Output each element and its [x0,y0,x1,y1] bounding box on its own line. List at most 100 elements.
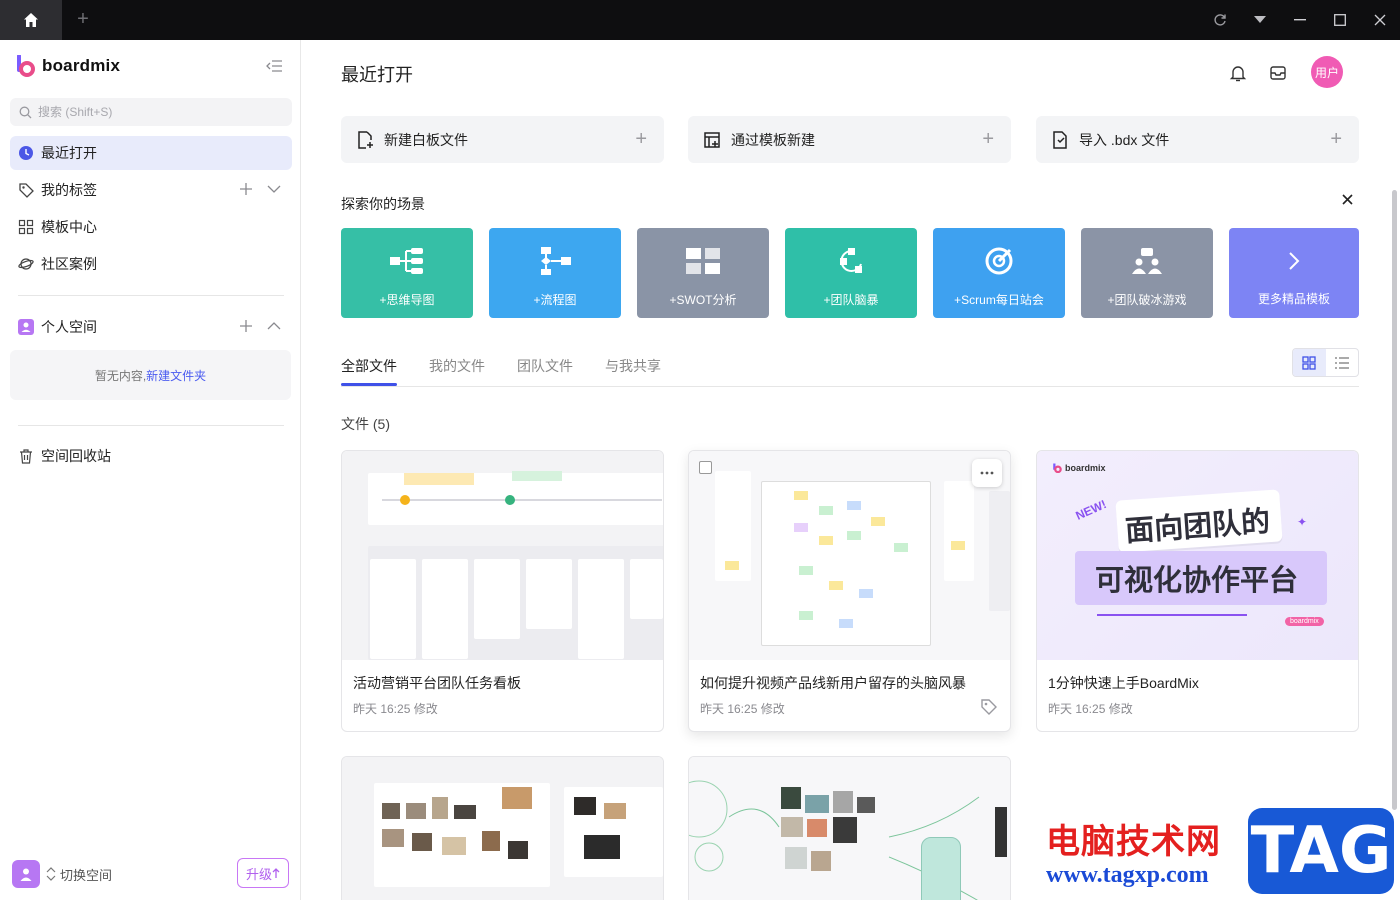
sidebar-item-label: 空间回收站 [41,448,111,464]
new-from-template-button[interactable]: 通过模板新建 + [688,116,1011,163]
switch-space-label: 切换空间 [60,867,113,883]
space-avatar [12,860,40,888]
home-tab[interactable] [0,0,62,40]
sidebar-item-label: 社区案例 [41,256,97,272]
more-options-button[interactable] [972,459,1002,487]
scene-icebreaker[interactable]: +团队破冰游戏 [1081,228,1213,318]
switch-space-button[interactable]: 切换空间 [12,860,112,888]
file-card[interactable] [688,756,1011,900]
scenes-title: 探索你的场景 [341,196,425,212]
select-checkbox[interactable] [699,461,712,474]
sidebar-item-community[interactable]: 社区案例 [10,247,292,281]
plus-icon: + [982,128,994,150]
switch-arrows-icon [46,867,56,881]
sidebar-item-personal-space[interactable]: 个人空间 [10,310,292,344]
search-input[interactable] [38,105,268,119]
template-icon [703,131,721,149]
scene-more-templates[interactable]: 更多精品模板 [1229,228,1359,318]
planet-icon [18,256,34,272]
plus-icon: + [1330,128,1342,150]
close-scenes-button[interactable] [1339,192,1355,210]
search-box[interactable] [10,98,292,126]
upgrade-button[interactable]: 升级 [237,858,289,888]
add-folder-icon[interactable] [238,318,254,334]
sidebar-item-trash[interactable]: 空间回收站 [10,439,292,473]
file-card[interactable]: 如何提升视频产品线新用户留存的头脑风暴 昨天 16:25 修改 [688,450,1011,732]
tab-team-files[interactable]: 团队文件 [517,356,573,376]
tag-icon [18,182,34,198]
collapse-sidebar-icon [266,60,282,72]
tab-all-files[interactable]: 全部文件 [341,356,397,376]
logo-text: boardmix [42,56,121,75]
mindmap-icon [389,244,425,278]
tab-shared-with-me[interactable]: 与我共享 [605,356,661,376]
scene-scrum[interactable]: +Scrum每日站会 [933,228,1065,318]
maximize-button[interactable] [1330,10,1350,30]
new-whiteboard-button[interactable]: 新建白板文件 + [341,116,664,163]
files-count: 文件 (5) [341,416,390,432]
search-icon [19,106,32,118]
sparkle-icon: ✦ [1297,515,1308,529]
chevron-down-icon[interactable] [266,181,282,197]
scene-swot[interactable]: +SWOT分析 [637,228,769,318]
main-scrollbar[interactable] [1392,190,1397,810]
sidebar-item-tags[interactable]: 我的标签 [10,173,292,207]
file-card[interactable] [341,756,664,900]
refresh-button[interactable] [1210,10,1230,30]
watermark-url: www.tagxp.com [1046,862,1209,888]
sidebar-item-templates[interactable]: 模板中心 [10,210,292,244]
arrow-up-icon [272,868,280,878]
new-tab-button[interactable]: + [72,8,94,30]
sidebar-divider [18,425,284,426]
close-icon [1341,194,1353,205]
team-icon [1129,244,1165,278]
new-folder-link[interactable]: 新建文件夹 [146,367,206,384]
file-card[interactable]: 活动营销平台团队任务看板 昨天 16:25 修改 [341,450,664,732]
import-file-icon [1051,130,1069,149]
chevron-up-icon[interactable] [266,318,282,334]
file-card[interactable]: boardmix NEW! 面向团队的 可视化协作平台 boardmix ✦ 1… [1036,450,1359,732]
tags-actions [238,181,282,197]
list-view-icon [1334,356,1349,369]
more-horizontal-icon [980,471,994,475]
user-icon [20,868,32,881]
brainstorm-icon [833,244,869,278]
list-view-button[interactable] [1326,349,1359,376]
close-window-button[interactable] [1370,10,1390,30]
empty-text: 暂无内容, [94,368,147,383]
tab-my-files[interactable]: 我的文件 [429,356,485,376]
trash-icon [18,448,34,464]
sidebar-item-recent[interactable]: 最近打开 [10,136,292,170]
collapse-sidebar-button[interactable] [265,58,283,74]
dropdown-button[interactable] [1250,10,1270,30]
file-thumbnail [342,757,663,900]
view-toggle [1292,348,1359,377]
grid-view-button[interactable] [1293,349,1326,376]
add-tag-button[interactable] [980,698,998,716]
scene-mindmap[interactable]: +思维导图 [341,228,473,318]
grid-view-icon [1302,355,1316,370]
bell-icon [1229,66,1247,82]
inbox-button[interactable] [1268,63,1288,83]
scene-label: +思维导图 [379,293,435,307]
boardmix-logo[interactable]: boardmix [16,55,120,77]
watermark: 电脑技术网 www.tagxp.com TAG [1040,806,1400,900]
scene-flowchart[interactable]: +流程图 [489,228,621,318]
import-bdx-button[interactable]: 导入 .bdx 文件 + [1036,116,1359,163]
promo-line-2: 可视化协作平台 [1095,565,1299,597]
scene-label: +Scrum每日站会 [954,293,1044,307]
sidebar-divider [18,295,284,296]
page-title: 最近打开 [341,65,413,85]
scene-brainstorm[interactable]: +团队脑暴 [785,228,917,318]
minimize-icon [1294,19,1306,21]
file-tabs: 全部文件 我的文件 团队文件 与我共享 [341,355,1359,387]
file-modified: 昨天 16:25 修改 [353,702,438,716]
user-avatar[interactable]: 用户 [1311,56,1343,88]
notifications-button[interactable] [1228,63,1248,83]
sidebar-item-label: 最近打开 [41,145,97,161]
empty-folder-hint: 暂无内容, 新建文件夹 [10,350,291,400]
close-icon [1374,14,1386,26]
minimize-button[interactable] [1290,10,1310,30]
scene-label: +团队脑暴 [823,293,879,307]
add-tag-icon[interactable] [238,181,254,197]
